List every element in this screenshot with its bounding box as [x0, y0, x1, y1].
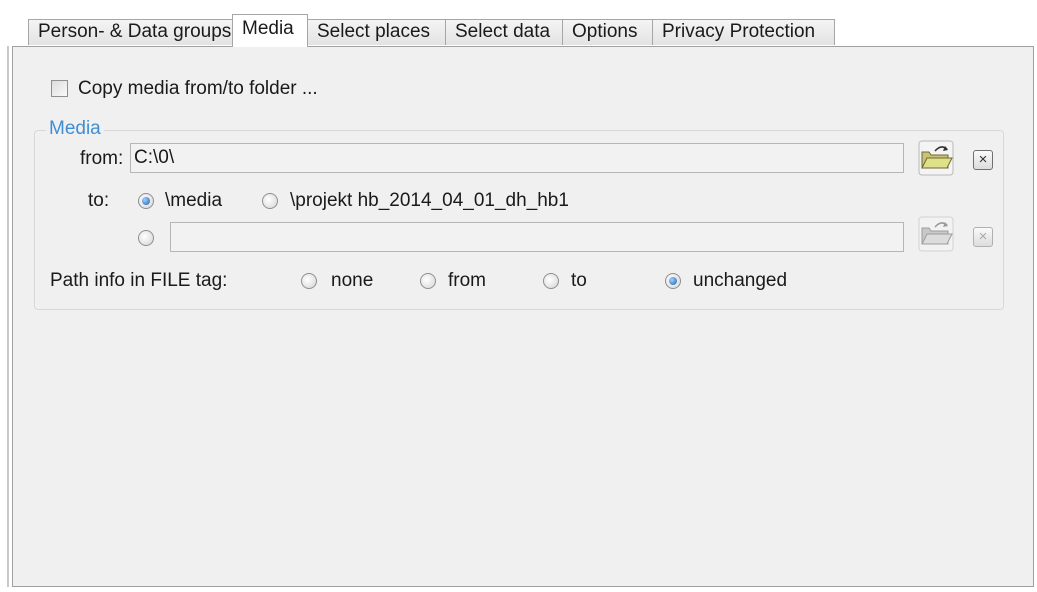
custom-path-field[interactable]	[170, 222, 904, 252]
clear-custom-close-icon[interactable]: ×	[973, 227, 993, 247]
path-info-to-radio[interactable]	[543, 273, 559, 289]
path-info-to-label[interactable]: to	[571, 270, 587, 292]
tab-privacy-protection[interactable]: Privacy Protection	[652, 19, 835, 45]
path-info-none-label[interactable]: none	[331, 270, 373, 292]
copy-media-checkbox[interactable]	[51, 80, 68, 97]
tab-media[interactable]: Media	[232, 14, 308, 47]
media-tab-panel	[12, 46, 1034, 587]
clear-from-close-icon[interactable]: ×	[973, 150, 993, 170]
path-info-unchanged-label[interactable]: unchanged	[693, 270, 787, 292]
to-custom-radio[interactable]	[138, 230, 154, 246]
tab-person-data-groups[interactable]: Person- & Data groups	[28, 19, 233, 45]
to-project-label[interactable]: \projekt hb_2014_04_01_dh_hb1	[290, 190, 569, 212]
to-label: to:	[88, 190, 110, 211]
copy-media-label[interactable]: Copy media from/to folder ...	[78, 78, 318, 100]
path-info-label: Path info in FILE tag:	[50, 270, 228, 291]
folder-open-icon[interactable]	[918, 140, 954, 176]
path-info-none-radio[interactable]	[301, 273, 317, 289]
tab-options[interactable]: Options	[562, 19, 653, 45]
path-info-from-label[interactable]: from	[448, 270, 486, 292]
tab-select-places[interactable]: Select places	[307, 19, 446, 45]
tab-select-data[interactable]: Select data	[445, 19, 563, 45]
to-project-radio[interactable]	[262, 193, 278, 209]
panel-left-edge	[7, 46, 9, 587]
from-label: from:	[80, 148, 124, 169]
folder-open-icon[interactable]	[918, 216, 954, 252]
path-info-unchanged-radio[interactable]	[665, 273, 681, 289]
media-group-legend: Media	[46, 118, 104, 140]
from-path-field[interactable]: C:\0\	[130, 143, 904, 173]
to-media-label[interactable]: \media	[165, 190, 222, 212]
to-media-radio[interactable]	[138, 193, 154, 209]
path-info-from-radio[interactable]	[420, 273, 436, 289]
